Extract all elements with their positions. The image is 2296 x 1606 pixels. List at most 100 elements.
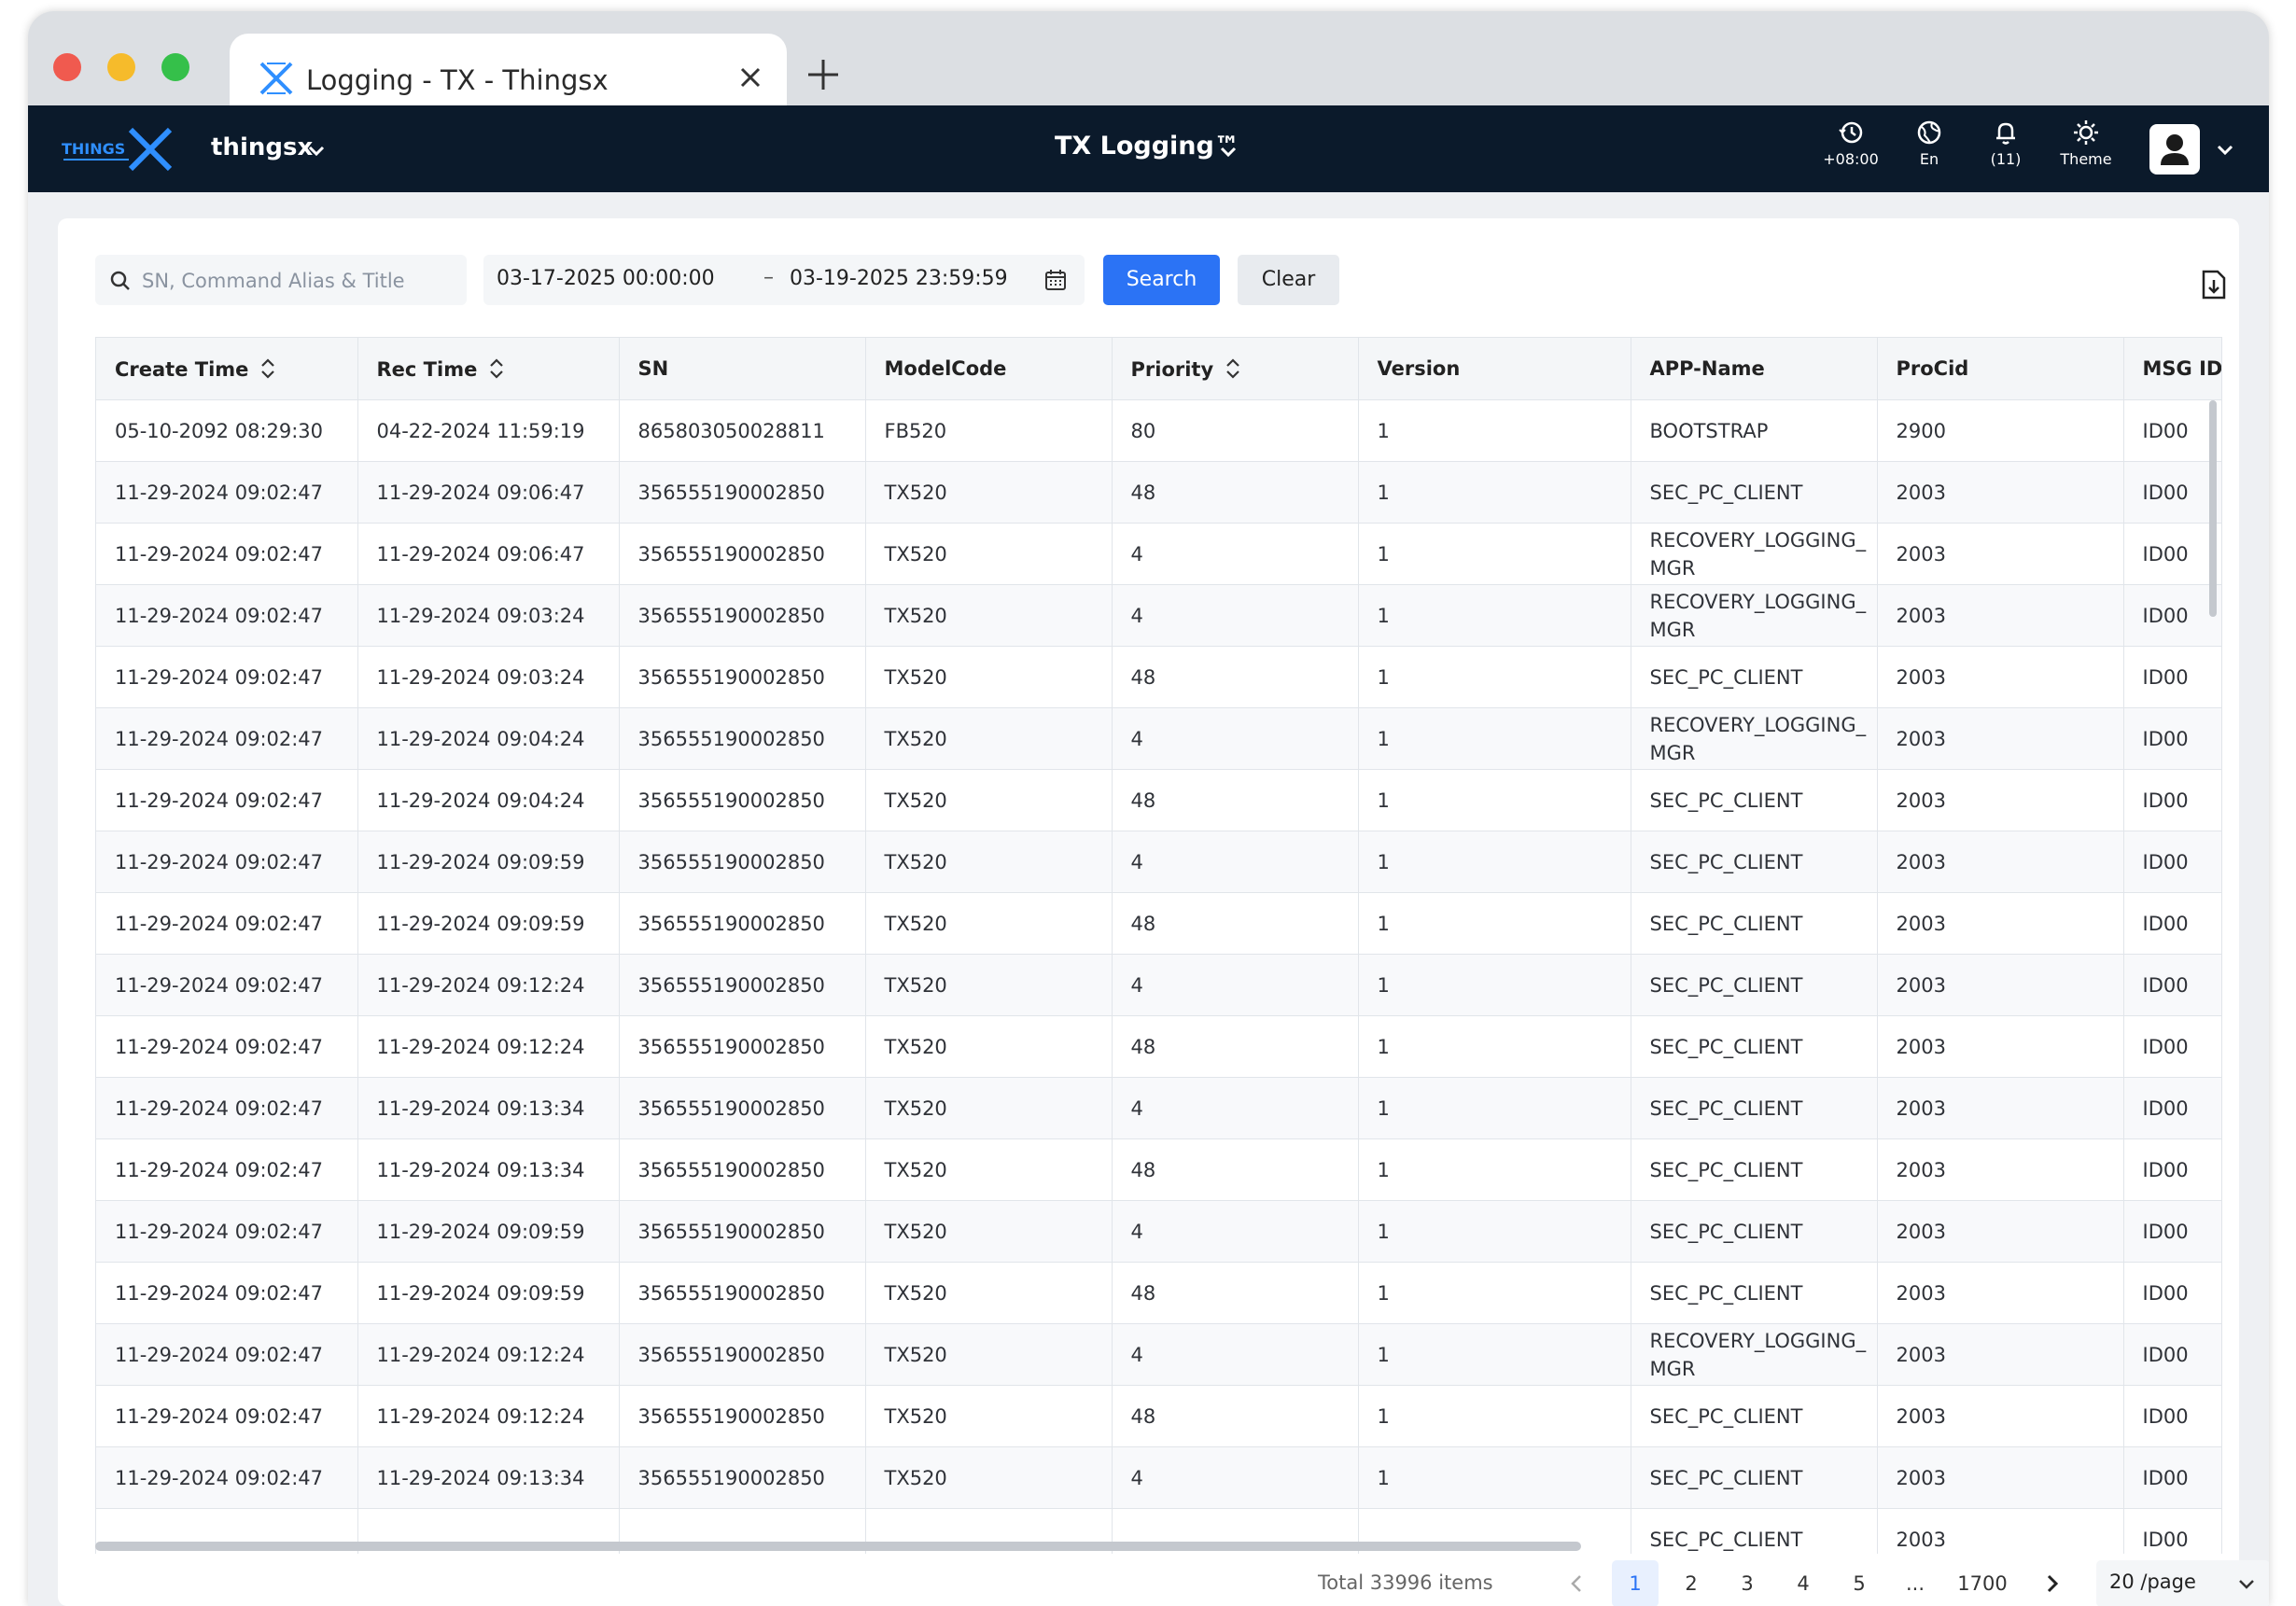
vertical-scrollbar[interactable]: [2209, 400, 2217, 617]
table-row[interactable]: 11-29-2024 09:02:47 11-29-2024 09:04:24 35…: [96, 707, 2221, 770]
search-box[interactable]: [95, 255, 467, 307]
table-cell: 2003: [1877, 1138, 2124, 1201]
table-cell: TX520: [865, 584, 1113, 647]
table-cell: 4: [1112, 1323, 1359, 1386]
table-cell: 356555190002850: [619, 1200, 866, 1263]
date-range-picker[interactable]: 03-17-2025 00:00:00 – 03-19-2025 23:59:5…: [483, 255, 1085, 305]
close-icon[interactable]: [735, 62, 766, 93]
table-row[interactable]: 11-29-2024 09:02:47 11-29-2024 09:06:47 35…: [96, 523, 2221, 585]
table-cell: 356555190002850: [619, 461, 866, 524]
page-button[interactable]: 4: [1780, 1560, 1827, 1606]
table-cell: 11-29-2024 09:12:24: [357, 1323, 620, 1386]
horizontal-scrollbar[interactable]: [95, 1542, 1581, 1551]
table-cell: 11-29-2024 09:03:24: [357, 646, 620, 708]
avatar[interactable]: [2149, 124, 2200, 175]
page-size-select[interactable]: 20 /page: [2096, 1560, 2269, 1606]
table-row[interactable]: 11-29-2024 09:02:47 11-29-2024 09:12:24 35…: [96, 954, 2221, 1016]
table-cell: 11-29-2024 09:06:47: [357, 523, 620, 585]
table-row[interactable]: 11-29-2024 09:02:47 11-29-2024 09:04:24 35…: [96, 769, 2221, 831]
table-cell: 11-29-2024 09:02:47: [96, 461, 358, 524]
minimize-window-button[interactable]: [107, 53, 135, 81]
column-label: Priority: [1130, 357, 1214, 381]
table-cell: 2003: [1877, 1446, 2124, 1509]
tab-bar: Logging - TX - Thingsx: [28, 11, 2269, 118]
table-row[interactable]: 11-29-2024 09:02:47 11-29-2024 09:03:24 35…: [96, 584, 2221, 647]
page-button[interactable]: 1700: [1950, 1560, 2015, 1606]
table-row[interactable]: 11-29-2024 09:02:47 11-29-2024 09:06:47 35…: [96, 461, 2221, 524]
table-row[interactable]: 11-29-2024 09:02:47 11-29-2024 09:09:59 35…: [96, 892, 2221, 955]
table-row[interactable]: 11-29-2024 09:02:47 11-29-2024 09:09:59 35…: [96, 1262, 2221, 1324]
language-button[interactable]: En: [1887, 119, 1971, 180]
sort-icon[interactable]: [1225, 357, 1241, 380]
page-ellipsis[interactable]: ...: [1892, 1560, 1939, 1606]
table-cell: 2003: [1877, 1508, 2124, 1554]
clear-button[interactable]: Clear: [1238, 255, 1339, 305]
table-cell: ID00: [2123, 1077, 2221, 1139]
table-cell: 11-29-2024 09:09:59: [357, 831, 620, 893]
table-row[interactable]: 11-29-2024 09:02:47 11-29-2024 09:12:24 35…: [96, 1323, 2221, 1386]
notifications-count: (11): [1990, 150, 2022, 168]
chevron-down-icon[interactable]: [1217, 141, 1239, 163]
export-icon[interactable]: [2200, 269, 2228, 300]
table-cell: TX520: [865, 1200, 1113, 1263]
table-row[interactable]: 11-29-2024 09:02:47 11-29-2024 09:12:24 35…: [96, 1385, 2221, 1447]
org-selector[interactable]: thingsx: [211, 133, 313, 161]
table-row[interactable]: 05-10-2092 08:29:30 04-22-2024 11:59:19 86…: [96, 399, 2221, 462]
page-button[interactable]: 3: [1724, 1560, 1771, 1606]
chevron-left-icon[interactable]: [1565, 1571, 1589, 1596]
page-button[interactable]: 5: [1836, 1560, 1883, 1606]
app-title[interactable]: TX Logging™: [1055, 132, 1239, 161]
maximize-window-button[interactable]: [161, 53, 189, 81]
chevron-down-icon[interactable]: [2214, 139, 2236, 161]
calendar-icon[interactable]: [1043, 268, 1068, 292]
table-cell: SEC_PC_CLIENT: [1631, 1385, 1878, 1447]
table-cell: 2003: [1877, 461, 2124, 524]
page-button[interactable]: 2: [1668, 1560, 1715, 1606]
table-cell: 11-29-2024 09:02:47: [96, 892, 358, 955]
chevron-right-icon[interactable]: [2039, 1571, 2064, 1596]
table-cell: 2003: [1877, 523, 2124, 585]
date-end[interactable]: 03-19-2025 23:59:59: [790, 267, 1008, 290]
table-row[interactable]: 11-29-2024 09:02:47 11-29-2024 09:09:59 35…: [96, 831, 2221, 893]
close-window-button[interactable]: [53, 53, 81, 81]
table-cell: 1: [1358, 954, 1631, 1016]
table-cell: 11-29-2024 09:02:47: [96, 1446, 358, 1509]
table-cell: TX520: [865, 707, 1113, 770]
table-cell: ID00: [2123, 523, 2221, 585]
table-row[interactable]: 11-29-2024 09:02:47 11-29-2024 09:13:34 35…: [96, 1077, 2221, 1139]
date-start[interactable]: 03-17-2025 00:00:00: [497, 267, 715, 290]
table-row[interactable]: 11-29-2024 09:02:47 11-29-2024 09:12:24 35…: [96, 1015, 2221, 1078]
plus-icon[interactable]: [805, 56, 842, 93]
chevron-down-icon[interactable]: [306, 141, 327, 161]
thingsx-logo[interactable]: THINGS: [62, 122, 179, 175]
table-row[interactable]: 11-29-2024 09:02:47 11-29-2024 09:03:24 35…: [96, 646, 2221, 708]
table-cell: 2003: [1877, 707, 2124, 770]
column-header-priority[interactable]: Priority: [1112, 338, 1359, 400]
table-cell: TX520: [865, 1323, 1113, 1386]
table-cell: 356555190002850: [619, 769, 866, 831]
sort-icon[interactable]: [259, 357, 276, 380]
table-cell: 356555190002850: [619, 892, 866, 955]
table-cell: 356555190002850: [619, 1385, 866, 1447]
table-row[interactable]: 11-29-2024 09:02:47 11-29-2024 09:09:59 35…: [96, 1200, 2221, 1263]
column-header-rec-time[interactable]: Rec Time: [357, 338, 620, 400]
table-cell: 2003: [1877, 1323, 2124, 1386]
table-cell: SEC_PC_CLIENT: [1631, 1508, 1878, 1554]
theme-button[interactable]: Theme: [2044, 119, 2128, 180]
table-cell: 4: [1112, 1200, 1359, 1263]
table-cell: 4: [1112, 584, 1359, 647]
notifications-button[interactable]: (11): [1964, 119, 2048, 180]
search-input[interactable]: [140, 255, 461, 307]
table-cell: ID00: [2123, 707, 2221, 770]
page-button[interactable]: 1: [1612, 1560, 1659, 1606]
column-header-create-time[interactable]: Create Time: [96, 338, 358, 400]
table-row[interactable]: 11-29-2024 09:02:47 11-29-2024 09:13:34 35…: [96, 1446, 2221, 1509]
table-cell: SEC_PC_CLIENT: [1631, 1446, 1878, 1509]
timezone-button[interactable]: +08:00: [1809, 119, 1893, 180]
table-cell: 356555190002850: [619, 831, 866, 893]
column-header-modelcode: ModelCode: [865, 338, 1113, 400]
search-button[interactable]: Search: [1103, 255, 1220, 305]
sort-icon[interactable]: [488, 357, 505, 380]
table-row[interactable]: 11-29-2024 09:02:47 11-29-2024 09:13:34 35…: [96, 1138, 2221, 1201]
column-header-version: Version: [1358, 338, 1631, 400]
